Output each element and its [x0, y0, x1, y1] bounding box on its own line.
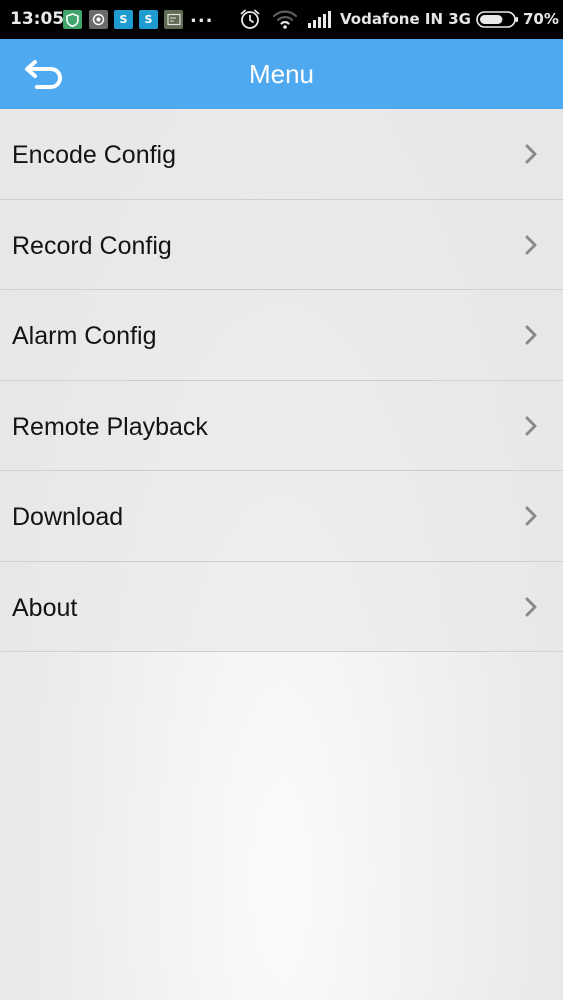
carrier-name: Vodafone IN 3G — [340, 10, 471, 28]
menu-item-alarm-config[interactable]: Alarm Config — [0, 290, 563, 381]
status-time: 13:05 — [10, 9, 65, 29]
title-bar: Menu — [0, 39, 563, 109]
chevron-right-icon — [525, 325, 537, 345]
menu-item-record-config[interactable]: Record Config — [0, 199, 563, 290]
menu-item-label: About — [12, 593, 78, 622]
terminal-notification-icon — [164, 10, 183, 29]
battery-percentage: 70% — [523, 10, 559, 28]
more-notifications-indicator: ... — [190, 6, 214, 27]
chevron-right-icon — [525, 416, 537, 435]
status-bar: 13:05 S S ... Vodafone IN 3G 70% — [0, 0, 563, 39]
menu-item-download[interactable]: Download — [0, 471, 563, 562]
signal-strength-icon — [308, 11, 331, 32]
menu-item-encode-config[interactable]: Encode Config — [0, 109, 563, 200]
wifi-icon — [272, 8, 298, 34]
back-button[interactable] — [14, 49, 76, 99]
menu-item-label: Alarm Config — [12, 322, 157, 350]
radar-notification-icon — [89, 10, 108, 29]
back-arrow-icon — [25, 60, 62, 89]
page-title: Menu — [248, 59, 315, 89]
chevron-right-icon — [525, 235, 537, 254]
battery-icon — [476, 11, 519, 32]
chevron-right-icon — [525, 144, 537, 164]
menu-item-label: Encode Config — [12, 141, 177, 169]
skype-notification-icon: S — [114, 10, 133, 29]
menu-item-label: Download — [12, 503, 124, 531]
shield-notification-icon — [63, 10, 82, 29]
menu-item-remote-playback[interactable]: Remote Playback — [0, 380, 563, 471]
skype-notification-icon: S — [139, 10, 158, 29]
chevron-right-icon — [525, 506, 537, 526]
alarm-clock-icon — [239, 8, 261, 34]
menu-item-label: Record Config — [12, 231, 172, 260]
menu-item-label: Remote Playback — [12, 412, 208, 441]
menu-item-about[interactable]: About — [0, 561, 563, 652]
menu-list: Encode Config Record Config Alarm Config… — [0, 109, 563, 652]
chevron-right-icon — [525, 597, 537, 616]
